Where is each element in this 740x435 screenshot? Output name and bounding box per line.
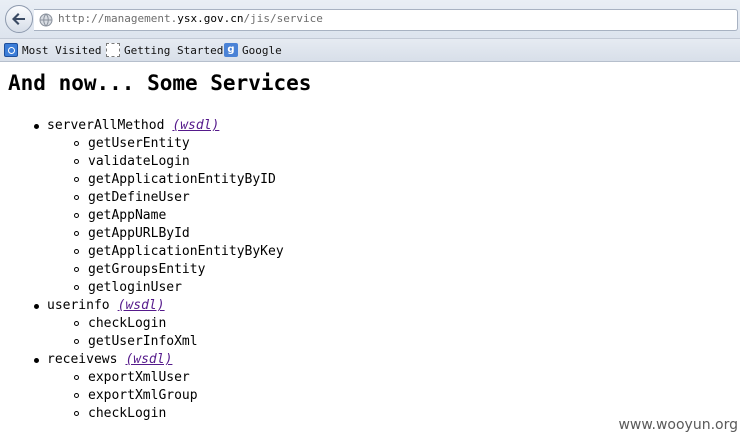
getting-started-icon [106, 43, 120, 57]
service-item: userinfo (wsdl) checkLogin getUserInfoXml [0, 297, 284, 351]
operations-list: checkLogin getUserInfoXml [47, 315, 284, 351]
google-icon: g [224, 43, 238, 57]
navigation-toolbar: http://management.ysx.gov.cn/jis/service [0, 0, 740, 39]
wsdl-link[interactable]: (wsdl) [172, 118, 219, 133]
url-text[interactable]: http://management.ysx.gov.cn/jis/service [58, 12, 323, 25]
operation-item: exportXmlGroup [47, 387, 284, 405]
services-list: serverAllMethod (wsdl) getUserEntity valida… [0, 117, 284, 423]
back-button[interactable] [5, 5, 33, 33]
operation-item: validateLogin [47, 153, 284, 171]
bookmark-label: Most Visited [22, 43, 102, 57]
bookmark-getting-started[interactable]: Getting Started [106, 42, 223, 58]
page-content: And now... Some Services serverAllMethod… [0, 62, 740, 435]
address-bar[interactable]: http://management.ysx.gov.cn/jis/service [34, 9, 738, 31]
operation-item: getUserInfoXml [47, 333, 284, 351]
operation-item: getAppURLById [47, 225, 284, 243]
bookmark-label: Getting Started [124, 43, 224, 57]
bookmarks-toolbar: Most Visited Getting Started g Google [0, 39, 740, 62]
operation-item: checkLogin [47, 315, 284, 333]
operations-list: exportXmlUser exportXmlGroup checkLogin [47, 369, 284, 423]
service-name: userinfo [47, 298, 110, 313]
globe-icon [39, 13, 53, 27]
operation-item: getApplicationEntityByKey [47, 243, 284, 261]
most-visited-icon [4, 43, 18, 57]
service-item: receivews (wsdl) exportXmlUser exportXmlGro… [0, 351, 284, 423]
bookmark-google[interactable]: g Google [224, 42, 282, 58]
operation-item: getAppName [47, 207, 284, 225]
service-name: receivews [47, 352, 118, 367]
operation-item: getloginUser [47, 279, 284, 297]
operation-item: getGroupsEntity [47, 261, 284, 279]
page-title: And now... Some Services [8, 71, 312, 95]
back-arrow-icon [12, 13, 25, 25]
watermark: www.wooyun.org [618, 417, 738, 433]
operations-list: getUserEntity validateLogin getApplication… [47, 135, 284, 297]
operation-item: getUserEntity [47, 135, 284, 153]
url-prefix: http://management. [58, 12, 178, 25]
url-domain: ysx.gov.cn [177, 12, 244, 25]
bookmark-label: Google [242, 43, 282, 57]
operation-item: getDefineUser [47, 189, 284, 207]
service-name: serverAllMethod [47, 118, 165, 133]
wsdl-link[interactable]: (wsdl) [118, 298, 165, 313]
url-path: /jis/service [243, 12, 323, 25]
bookmark-most-visited[interactable]: Most Visited [4, 42, 101, 58]
operation-item: checkLogin [47, 405, 284, 423]
operation-item: getApplicationEntityByID [47, 171, 284, 189]
service-item: serverAllMethod (wsdl) getUserEntity valida… [0, 117, 284, 297]
operation-item: exportXmlUser [47, 369, 284, 387]
wsdl-link[interactable]: (wsdl) [125, 352, 172, 367]
